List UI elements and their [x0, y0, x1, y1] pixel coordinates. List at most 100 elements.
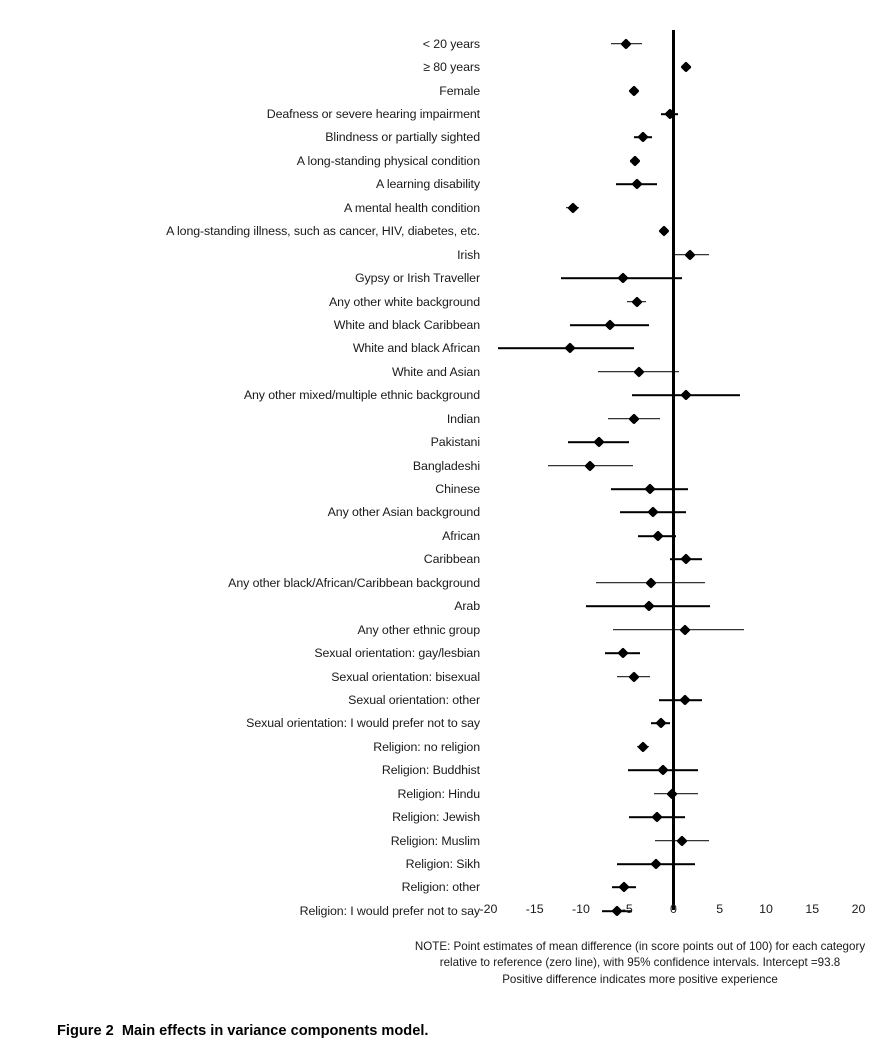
forest-plot-row: Any other Asian background	[0, 501, 894, 524]
row-plot-lane	[480, 196, 894, 219]
point-estimate-marker	[637, 741, 649, 753]
category-label: Religion: Jewish	[392, 809, 480, 824]
category-label: Religion: Buddhist	[381, 763, 480, 778]
forest-plot-row: Sexual orientation: I would prefer not t…	[0, 712, 894, 735]
point-estimate-marker	[592, 436, 605, 448]
row-plot-lane	[480, 290, 894, 313]
row-plot-lane	[480, 548, 894, 571]
point-estimate-marker	[564, 342, 576, 355]
forest-plot-row: Religion: other	[0, 876, 894, 899]
row-plot-lane	[480, 665, 894, 688]
category-label: Religion: other	[401, 880, 481, 895]
forest-plot-row: White and black African	[0, 337, 894, 360]
row-plot-lane	[480, 173, 894, 196]
forest-plot-row: A mental health condition	[0, 196, 894, 219]
forest-plot-row: Sexual orientation: bisexual	[0, 665, 894, 688]
forest-plot-row: Religion: Muslim	[0, 829, 894, 852]
row-plot-lane	[480, 876, 894, 899]
x-axis-tick-label: -15	[525, 902, 544, 916]
category-label: Religion: Sikh	[405, 856, 480, 871]
row-plot-lane	[480, 595, 894, 618]
forest-plot-row: Any other ethnic group	[0, 618, 894, 641]
x-axis-tick-label: 0	[670, 902, 677, 916]
forest-plot-row: A long-standing illness, such as cancer,…	[0, 220, 894, 243]
point-estimate-marker	[628, 155, 641, 167]
row-plot-lane	[480, 149, 894, 172]
category-label: Gypsy or Irish Traveller	[355, 270, 480, 285]
forest-plot-row: Religion: no religion	[0, 735, 894, 758]
category-label: Religion: no religion	[373, 739, 480, 754]
category-label: ≥ 80 years	[423, 59, 480, 74]
forest-plot-row: ≥ 80 years	[0, 55, 894, 78]
category-label: Sexual orientation: bisexual	[331, 669, 480, 684]
forest-plot-row: Irish	[0, 243, 894, 266]
row-plot-lane	[480, 126, 894, 149]
x-axis: -20 -15 -10 -5 0 5 10 15 20	[480, 903, 894, 933]
point-estimate-marker	[630, 295, 643, 308]
category-label: African	[442, 528, 480, 543]
point-estimate-marker	[678, 694, 691, 706]
row-plot-lane	[480, 759, 894, 782]
category-label: Deafness or severe hearing impairment	[266, 106, 480, 121]
category-label: Any other black/African/Caribbean backgr…	[228, 575, 480, 590]
row-plot-lane	[480, 852, 894, 875]
point-estimate-marker	[633, 366, 645, 378]
category-label: A long-standing physical condition	[296, 153, 480, 168]
point-estimate-marker	[618, 881, 631, 894]
x-axis-tick-label: 20	[851, 902, 866, 916]
forest-plot-row: Blindness or partially sighted	[0, 126, 894, 149]
figure-caption-number: Figure 2	[57, 1023, 114, 1039]
row-plot-lane	[480, 805, 894, 828]
forest-plot-rows: < 20 years ≥ 80 years Female Deafness or se…	[0, 32, 894, 923]
x-axis-tick-label: 10	[759, 902, 773, 916]
note-line-2: relative to reference (zero line), with …	[439, 956, 841, 970]
category-label: A long-standing illness, such as cancer,…	[166, 224, 480, 239]
category-label: Sexual orientation: I would prefer not t…	[246, 716, 480, 731]
point-estimate-marker	[645, 577, 657, 589]
category-label: Any other mixed/multiple ethnic backgrou…	[243, 388, 480, 403]
row-plot-lane	[480, 243, 894, 266]
point-estimate-marker	[642, 600, 655, 612]
point-estimate-marker	[678, 623, 691, 636]
forest-plot-row: Indian	[0, 407, 894, 430]
category-label: White and black Caribbean	[333, 317, 480, 332]
point-estimate-marker	[680, 553, 693, 566]
point-estimate-marker	[644, 483, 657, 495]
row-plot-lane	[480, 102, 894, 125]
row-plot-lane	[480, 571, 894, 594]
category-label: Religion: Muslim	[390, 833, 480, 848]
forest-plot-row: Religion: Hindu	[0, 782, 894, 805]
point-estimate-marker	[652, 530, 664, 542]
category-label: A mental health condition	[344, 200, 480, 215]
row-plot-lane	[480, 735, 894, 758]
point-estimate-marker	[650, 858, 662, 870]
point-estimate-marker	[684, 248, 696, 261]
forest-plot-row: Religion: Sikh	[0, 852, 894, 875]
forest-plot-row: African	[0, 524, 894, 547]
row-plot-lane	[480, 501, 894, 524]
forest-plot-row: Deafness or severe hearing impairment	[0, 102, 894, 125]
forest-plot-row: White and black Caribbean	[0, 313, 894, 336]
figure-note: NOTE: Point estimates of mean difference…	[390, 939, 890, 988]
point-estimate-marker	[628, 670, 640, 683]
forest-plot-row: Sexual orientation: other	[0, 688, 894, 711]
point-estimate-marker	[637, 131, 649, 144]
row-plot-lane	[480, 712, 894, 735]
category-label: Blindness or partially sighted	[325, 130, 480, 145]
row-plot-lane	[480, 266, 894, 289]
row-plot-lane	[480, 32, 894, 55]
point-estimate-marker	[616, 272, 629, 284]
category-label: < 20 years	[422, 36, 480, 51]
category-label: Caribbean	[423, 552, 480, 567]
point-estimate-marker	[620, 38, 632, 50]
row-plot-lane	[480, 79, 894, 102]
point-estimate-marker	[680, 61, 693, 73]
forest-plot-row: Religion: Buddhist	[0, 759, 894, 782]
point-estimate-marker	[657, 764, 669, 776]
x-axis-tick-label: -10	[572, 902, 590, 916]
forest-plot-row: Pakistani	[0, 430, 894, 453]
category-label: A learning disability	[376, 177, 480, 192]
x-axis-tick-label: -5	[621, 902, 633, 916]
forest-plot-row: Sexual orientation: gay/lesbian	[0, 641, 894, 664]
point-estimate-marker	[628, 84, 640, 97]
